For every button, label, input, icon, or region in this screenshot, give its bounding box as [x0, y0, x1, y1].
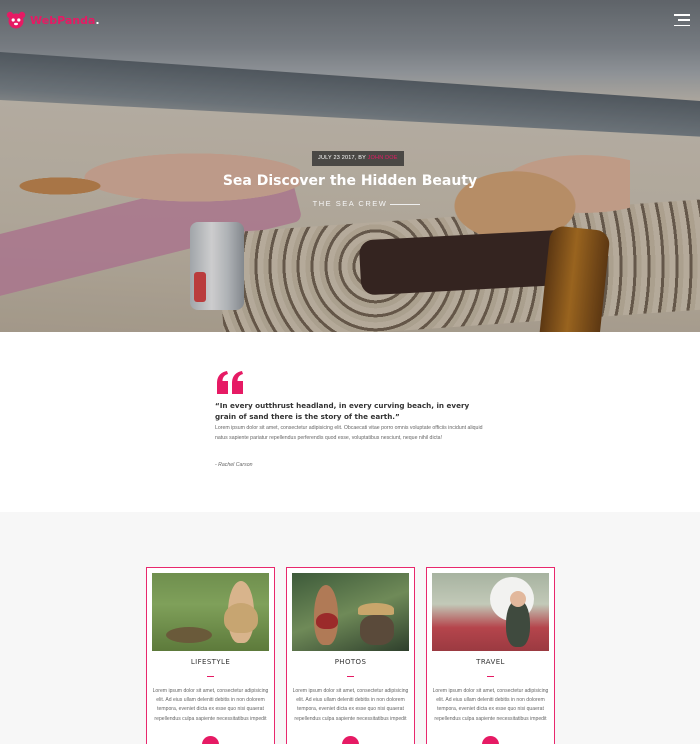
- subtitle-divider: [390, 204, 420, 205]
- card-title: LIFESTYLE: [190, 658, 231, 666]
- brand-name: WebPanda.: [30, 13, 100, 27]
- card-read-more-button[interactable]: [342, 736, 359, 744]
- panda-logo-icon: [6, 11, 26, 29]
- card-lifestyle[interactable]: LIFESTYLE Lorem ipsum dolor sit amet, co…: [146, 567, 275, 744]
- card-text: Lorem ipsum dolor sit amet, consectetur …: [292, 688, 409, 722]
- card-read-more-button[interactable]: [482, 736, 499, 744]
- card-divider: [207, 676, 214, 677]
- post-date: JULY 23 2017, BY: [318, 155, 366, 161]
- card-divider: [487, 676, 494, 677]
- card-text: Lorem ipsum dolor sit amet, consectetur …: [152, 688, 269, 722]
- card-read-more-button[interactable]: [202, 736, 219, 744]
- quote-text: “In every outthrust headland, in every c…: [215, 401, 470, 421]
- card-divider: [347, 676, 354, 677]
- quote-mark-icon: [217, 371, 243, 394]
- card-image: [152, 573, 269, 651]
- hero-title: Sea Discover the Hidden Beauty: [222, 173, 478, 189]
- card-image: [432, 573, 549, 651]
- card-image: [292, 573, 409, 651]
- hamburger-menu-icon[interactable]: [674, 14, 690, 26]
- quote-author: - Rachel Carson: [215, 462, 253, 468]
- card-photos[interactable]: PHOTOS Lorem ipsum dolor sit amet, conse…: [286, 567, 415, 744]
- post-meta-badge: JULY 23 2017, BY JOHN DOE: [312, 151, 404, 166]
- category-cards: LIFESTYLE Lorem ipsum dolor sit amet, co…: [0, 512, 700, 744]
- quote-section: “In every outthrust headland, in every c…: [0, 332, 700, 512]
- quote-body: Lorem ipsum dolor sit amet, consectetur …: [215, 425, 483, 441]
- card-title: PHOTOS: [334, 658, 367, 666]
- card-travel[interactable]: TRAVEL Lorem ipsum dolor sit amet, conse…: [426, 567, 555, 744]
- card-text: Lorem ipsum dolor sit amet, consectetur …: [432, 688, 549, 722]
- hero-subtitle: THE SEA CREW: [0, 199, 700, 208]
- hero-overlay: [0, 0, 700, 332]
- post-author[interactable]: JOHN DOE: [368, 155, 398, 161]
- hero-banner: WebPanda. JULY 23 2017, BY JOHN DOE Sea …: [0, 0, 700, 332]
- card-title: TRAVEL: [476, 658, 505, 666]
- brand-logo[interactable]: WebPanda.: [6, 10, 100, 30]
